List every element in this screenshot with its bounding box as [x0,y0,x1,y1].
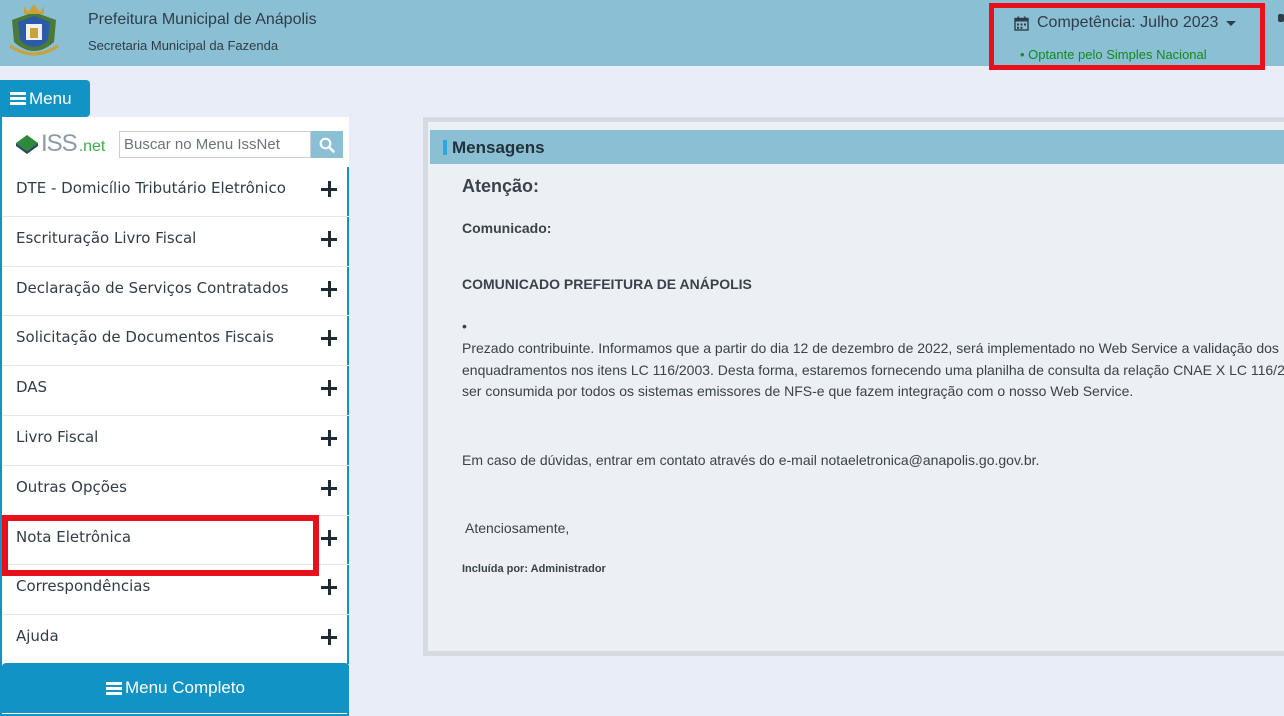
full-menu-label: Menu Completo [124,678,245,697]
user-icon[interactable] [1278,14,1284,22]
plus-icon[interactable] [321,181,337,197]
sidebar-item-livro-fiscal[interactable]: Livro Fiscal [2,416,349,466]
sidebar-item-label: Correspondências [16,577,151,596]
plus-icon[interactable] [321,280,337,297]
hamburger-icon [105,681,122,695]
notice-title: COMUNICADO PREFEITURA DE ANÁPOLIS [462,276,752,292]
sidebar-search-row: ISS .net [2,117,349,167]
sidebar-item-label: Outras Opções [16,477,127,496]
simples-status: • Optante pelo Simples Nacional [1020,47,1207,62]
sidebar-item-label: DTE - Domicílio Tributário Eletrônico [16,179,286,197]
caret-down-icon [1226,20,1237,26]
paragraph-line-3: ser consumida por todos os sistemas emis… [462,383,1134,399]
sidebar-item-label: Escrituração Livro Fiscal [16,228,197,247]
sidebar-item-correspondencias[interactable]: Correspondências [2,565,349,616]
plus-icon[interactable] [321,380,337,397]
competencia-highlight: Competência: Julho 2023 • Optante pelo S… [989,3,1265,70]
top-header: Prefeitura Municipal de Anápolis Secreta… [0,0,1284,70]
search-icon [319,137,335,153]
sidebar-menu-list: DTE - Domicílio Tributário Eletrônico Es… [2,167,349,665]
sidebar-item-label: Declaração de Serviços Contratados [16,278,289,297]
sidebar-item-das[interactable]: DAS [2,366,349,416]
sidebar-item-label: Solicitação de Documentos Fiscais [16,328,274,347]
sidebar-item-solicitacao[interactable]: Solicitação de Documentos Fiscais [2,316,349,367]
paragraph-line-2: enquadramentos nos itens LC 116/2003. De… [462,361,1284,378]
regards-text: Atenciosamente, [465,520,570,536]
plus-icon[interactable] [321,579,337,596]
plus-icon[interactable] [321,479,337,496]
plus-icon[interactable] [321,230,337,247]
messages-title: Mensagens [452,138,545,157]
sidebar-item-label: DAS [16,378,48,397]
sidebar-item-dte[interactable]: DTE - Domicílio Tributário Eletrônico [2,167,349,217]
notice-label: Comunicado: [462,220,552,236]
full-menu-button[interactable]: Menu Completo [2,663,349,713]
plus-icon[interactable] [321,529,337,546]
bullet-marker: • [462,318,467,334]
sidebar-item-label: Livro Fiscal [16,427,99,446]
menu-search-input[interactable] [119,131,311,158]
menu-button-label: Menu [29,88,72,108]
sidebar-item-outras-opcoes[interactable]: Outras Opções [2,466,349,516]
org-subtitle: Secretaria Municipal da Fazenda [88,38,279,53]
attention-heading: Atenção: [462,176,540,196]
header-accent-bar [443,140,447,155]
plus-icon[interactable] [321,629,337,646]
included-by: Incluída por: Administrador [462,563,606,575]
sidebar-item-ajuda[interactable]: Ajuda [2,615,349,665]
sidebar-item-label: Ajuda [16,627,59,646]
menu-button[interactable]: Menu [0,80,90,117]
city-crest-icon [9,4,59,56]
messages-panel: Mensagens Atenção: Comunicado: COMUNICAD… [423,117,1284,656]
messages-header: Mensagens [430,130,1284,164]
sidebar-item-label: Nota Eletrônica [16,527,132,546]
competencia-label: Competência: Julho 2023 [1037,14,1219,31]
logo-net-text: .net [78,138,106,155]
sidebar-item-nota-eletronica[interactable]: Nota Eletrônica [2,516,349,566]
search-button[interactable] [311,131,343,158]
org-title: Prefeitura Municipal de Anápolis [88,11,317,28]
plus-icon[interactable] [321,429,337,446]
notice-paragraph: Prezado contribuinte. Informamos que a p… [462,338,1284,403]
issnet-logo-icon [16,135,38,154]
hamburger-icon [10,92,26,105]
calendar-icon [1014,16,1029,31]
issnet-logo: ISS .net [15,130,105,158]
sidebar: ISS .net DTE - Domicílio Tributário Elet… [0,117,349,716]
sidebar-item-declaracao[interactable]: Declaração de Serviços Contratados [2,267,349,317]
contact-text: Em caso de dúvidas, entrar em contato at… [462,452,1040,468]
sidebar-item-escrituracao[interactable]: Escrituração Livro Fiscal [2,217,349,267]
competencia-dropdown[interactable]: Competência: Julho 2023 [1014,14,1237,32]
logo-iss-text: ISS [41,130,78,157]
plus-icon[interactable] [321,330,337,347]
paragraph-line-1: Prezado contribuinte. Informamos que a p… [462,340,1279,356]
